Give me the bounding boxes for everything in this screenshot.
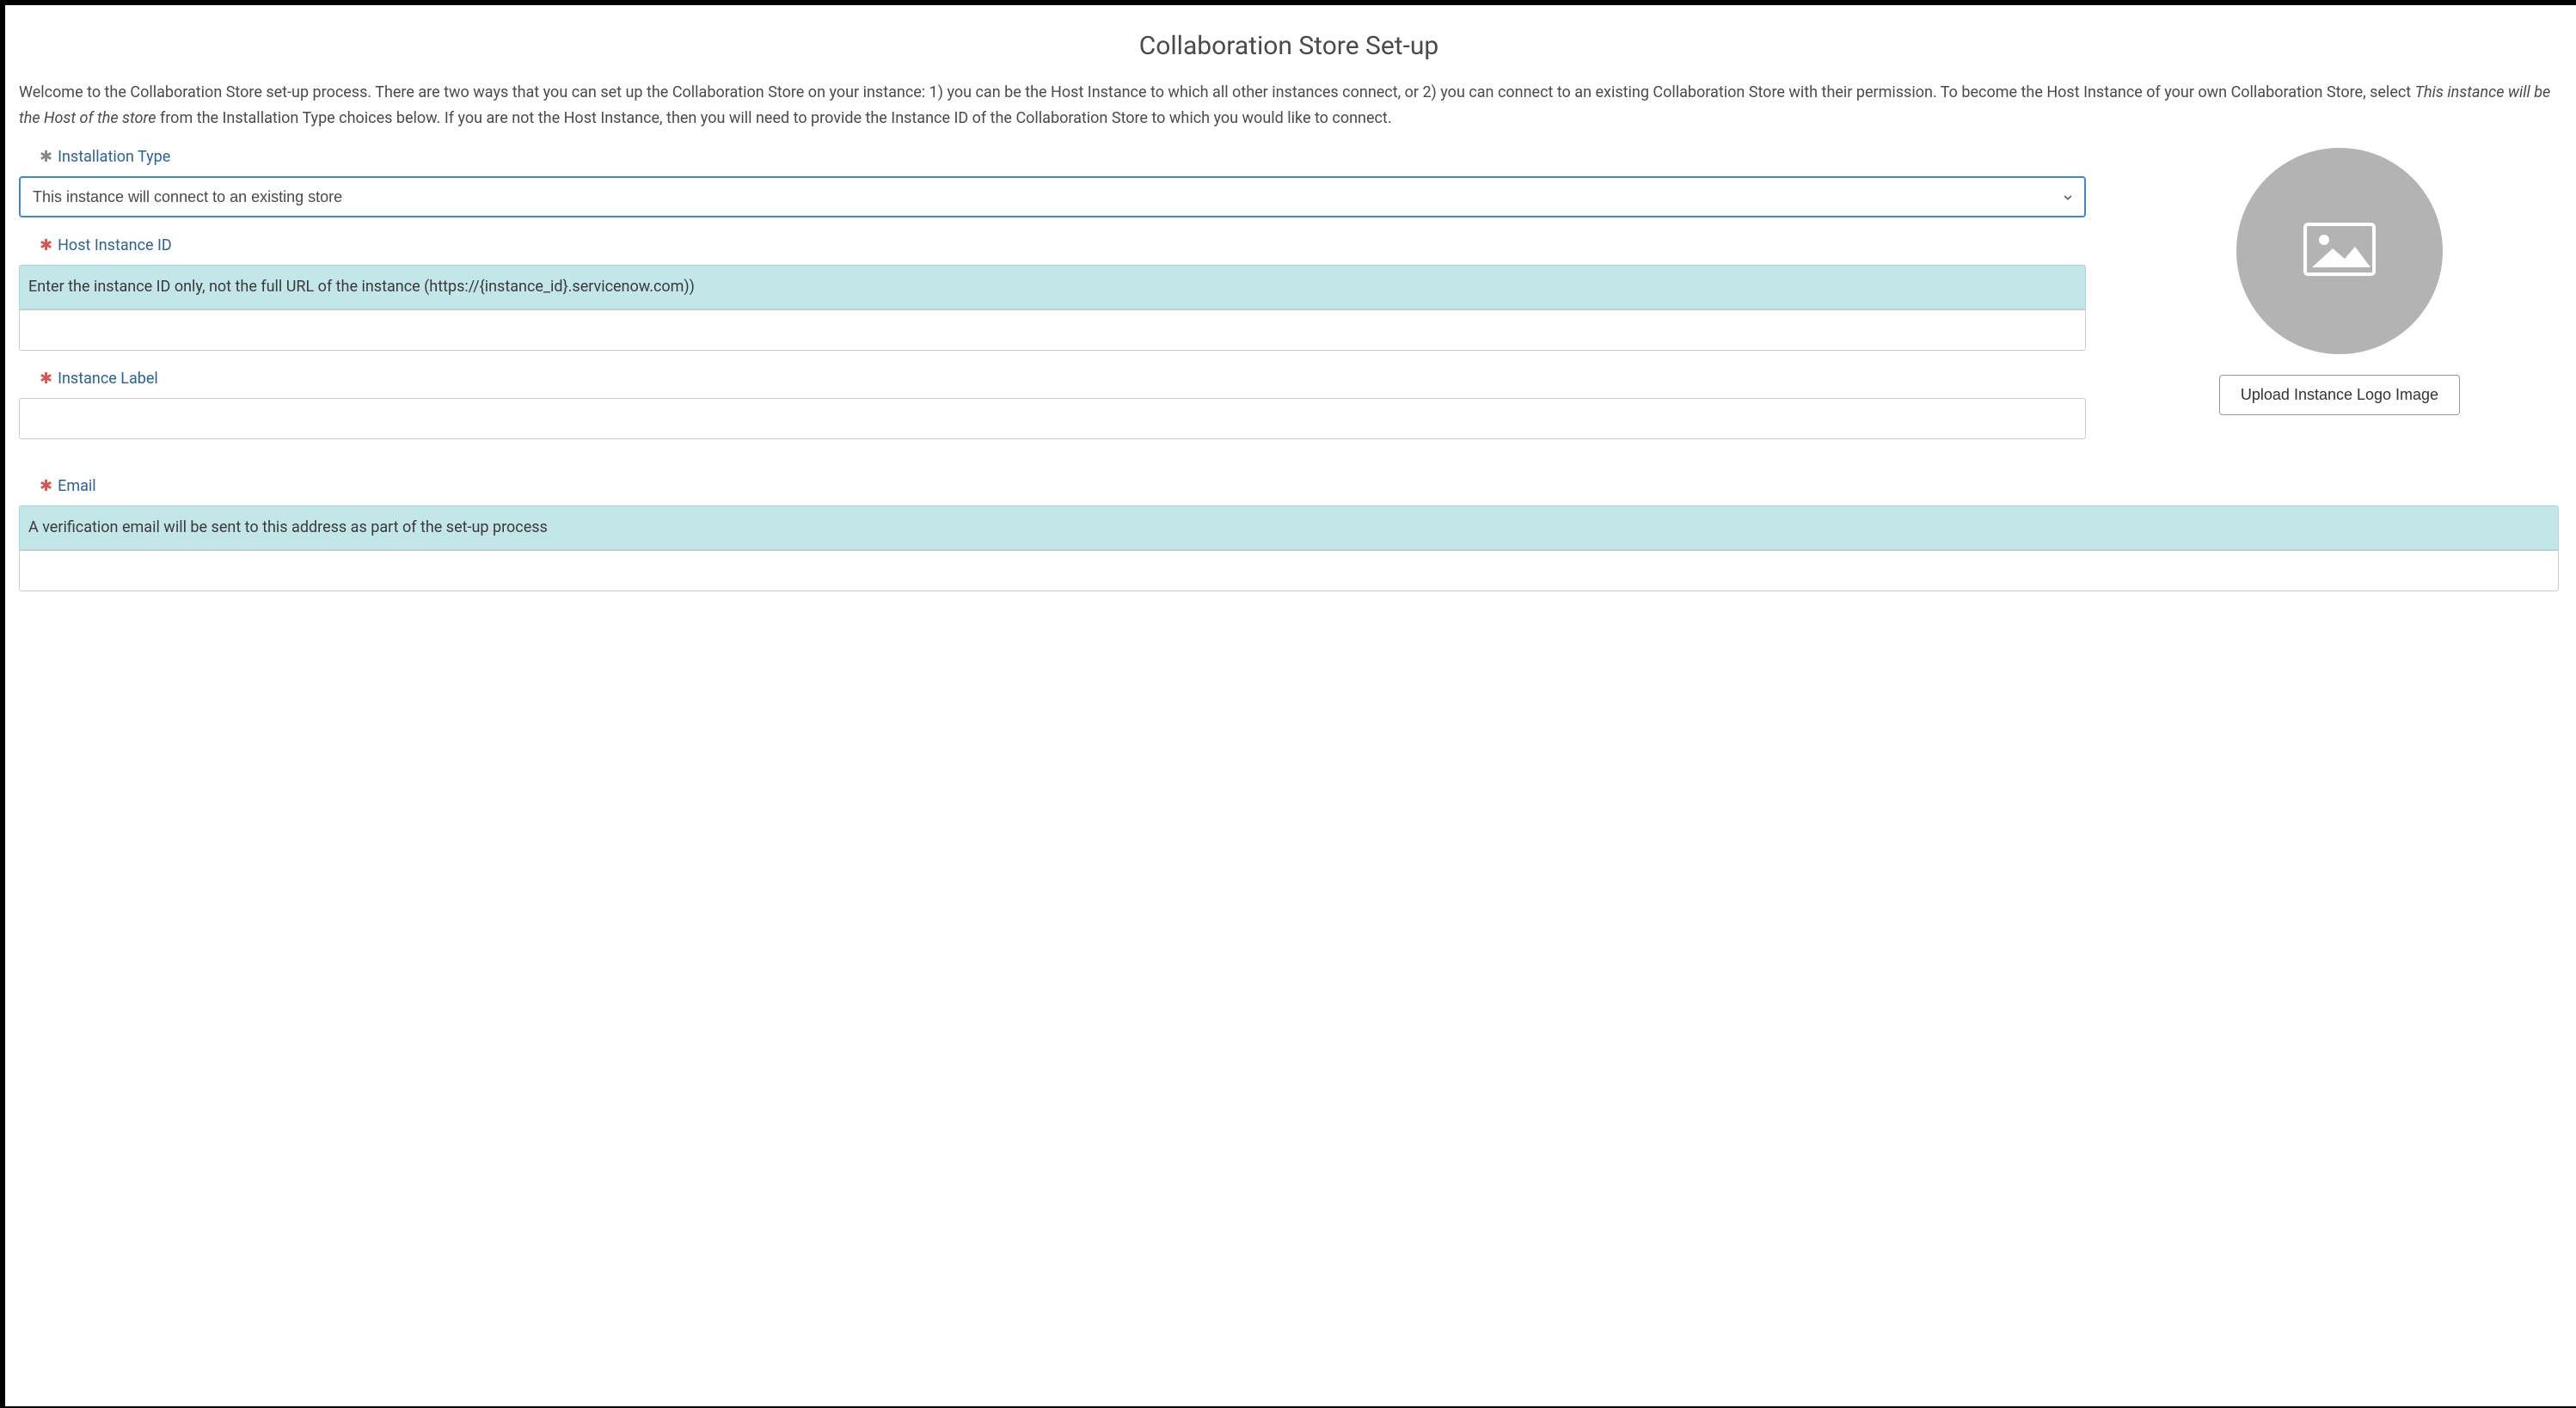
email-hint: A verification email will be sent to thi… [19, 505, 2559, 550]
intro-pre: Welcome to the Collaboration Store set-u… [19, 83, 2415, 101]
label-row-email: ✱ Email [40, 477, 2559, 495]
content-area: Collaboration Store Set-up Welcome to th… [5, 31, 2576, 609]
instance-label-label: Instance Label [58, 370, 158, 388]
label-row-instance-label: ✱ Instance Label [40, 370, 2086, 388]
image-placeholder-icon [2303, 223, 2376, 279]
logo-placeholder [2236, 148, 2443, 354]
host-instance-id-hint: Enter the instance ID only, not the full… [19, 265, 2086, 309]
instance-label-input[interactable] [19, 398, 2086, 439]
field-host-instance-id: ✱ Host Instance ID Enter the instance ID… [19, 236, 2086, 351]
host-instance-id-label: Host Instance ID [58, 236, 172, 254]
installation-type-select-wrapper: This instance will connect to an existin… [19, 176, 2086, 217]
form-left-column: ✱ Installation Type This instance will c… [19, 148, 2086, 458]
upload-logo-button[interactable]: Upload Instance Logo Image [2219, 375, 2460, 415]
required-indicator-icon: ✱ [40, 479, 52, 494]
required-indicator-icon: ✱ [40, 371, 52, 387]
logo-column: Upload Instance Logo Image [2120, 148, 2559, 458]
label-row-host-instance-id: ✱ Host Instance ID [40, 236, 2086, 254]
email-input[interactable] [19, 550, 2559, 591]
field-installation-type: ✱ Installation Type This instance will c… [19, 148, 2086, 217]
required-indicator-icon: ✱ [40, 150, 52, 165]
required-indicator-icon: ✱ [40, 238, 52, 254]
field-instance-label: ✱ Instance Label [19, 370, 2086, 439]
field-email: ✱ Email A verification email will be sen… [19, 477, 2559, 591]
main-layout: ✱ Installation Type This instance will c… [19, 148, 2559, 458]
intro-post: from the Installation Type choices below… [156, 109, 1392, 127]
label-row-installation-type: ✱ Installation Type [40, 148, 2086, 166]
host-instance-id-input[interactable] [19, 309, 2086, 351]
intro-text: Welcome to the Collaboration Store set-u… [19, 80, 2559, 131]
email-label: Email [58, 477, 96, 495]
page-title: Collaboration Store Set-up [19, 31, 2559, 61]
app-frame: Collaboration Store Set-up Welcome to th… [0, 0, 2576, 1408]
installation-type-select[interactable]: This instance will connect to an existin… [19, 176, 2086, 217]
installation-type-label: Installation Type [58, 148, 170, 166]
